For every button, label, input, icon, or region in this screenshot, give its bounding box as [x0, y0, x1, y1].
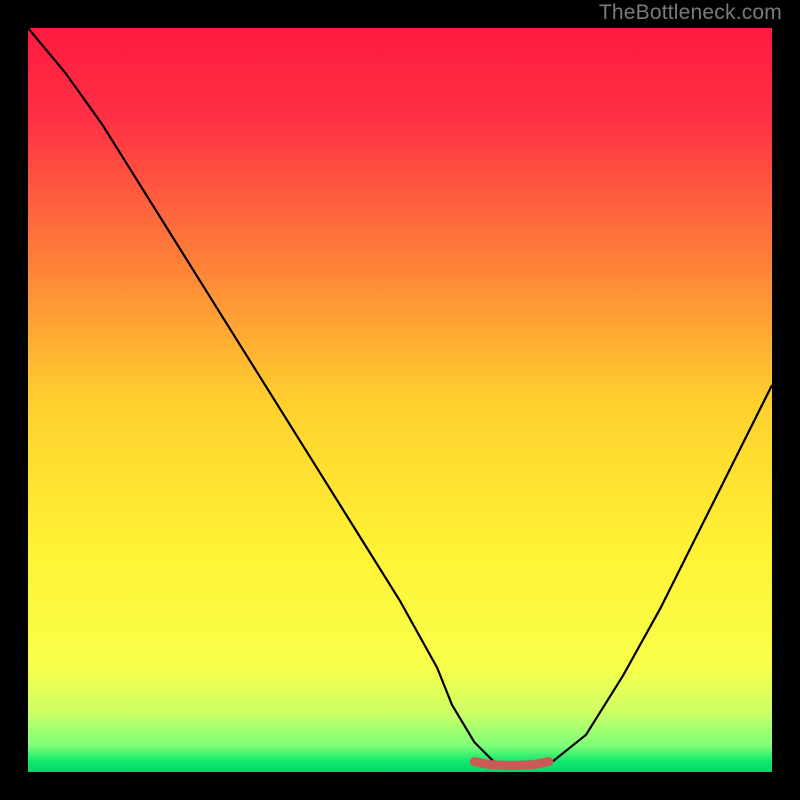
chart-svg [28, 28, 772, 772]
watermark-text: TheBottleneck.com [599, 1, 782, 25]
plot-area [28, 28, 772, 772]
chart-frame [14, 14, 786, 786]
optimal-band [474, 762, 548, 766]
gradient-background [28, 28, 772, 772]
